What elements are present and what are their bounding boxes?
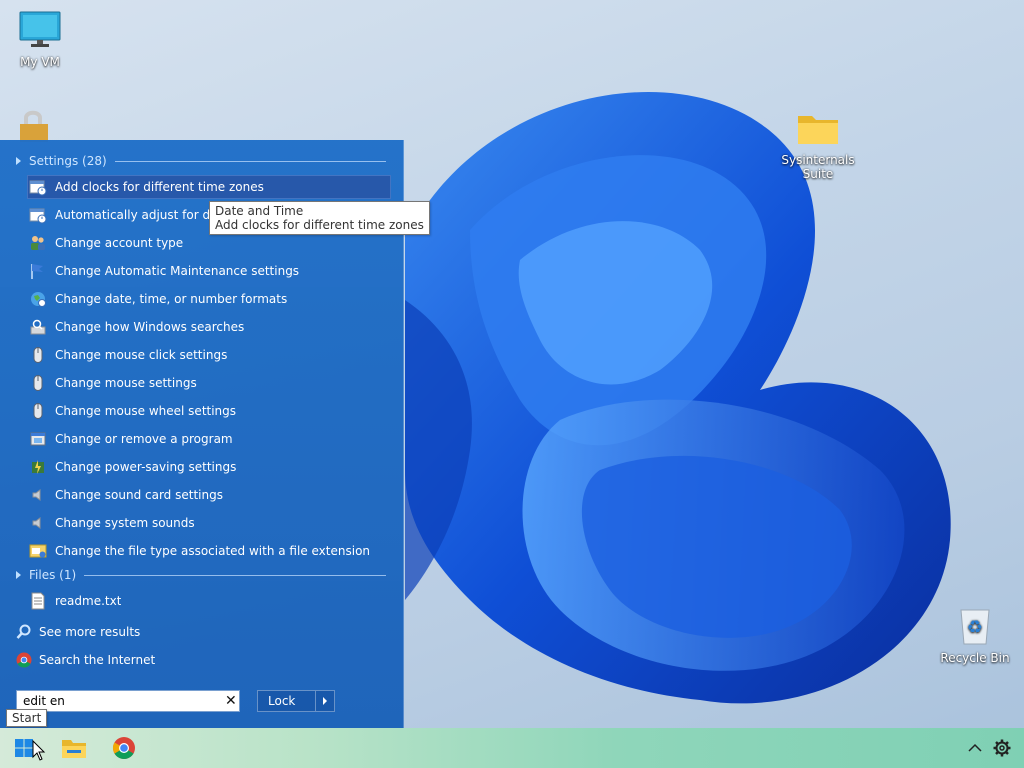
tooltip-description: Add clocks for different time zones bbox=[215, 218, 424, 232]
files-group-header[interactable]: Files (1) bbox=[16, 567, 386, 583]
programs-icon bbox=[30, 432, 46, 446]
settings-result-label: Change mouse wheel settings bbox=[55, 404, 237, 418]
settings-result-item[interactable]: Change mouse settings bbox=[27, 371, 391, 395]
chevron-up-icon bbox=[968, 743, 982, 752]
start-search-box[interactable]: ✕ bbox=[16, 690, 240, 712]
settings-result-label: Change the file type associated with a f… bbox=[55, 544, 371, 558]
start-tooltip-text: Start bbox=[12, 711, 42, 725]
default-programs-icon bbox=[29, 544, 47, 558]
settings-group-label: Settings (28) bbox=[29, 154, 107, 168]
tooltip-title: Date and Time bbox=[215, 204, 304, 218]
chrome-icon bbox=[16, 652, 32, 668]
folder-icon bbox=[778, 110, 858, 151]
settings-result-item[interactable]: Change power-saving settings bbox=[27, 455, 391, 479]
taskbar bbox=[0, 728, 1024, 768]
taskbar-file-explorer[interactable] bbox=[54, 728, 94, 768]
item-tooltip: Date and Time Add clocks for different t… bbox=[209, 201, 430, 235]
settings-result-label: Automatically adjust for dayli bbox=[55, 208, 232, 222]
settings-result-label: Change mouse settings bbox=[55, 376, 197, 390]
divider bbox=[114, 160, 386, 162]
search-internet-link[interactable]: Search the Internet bbox=[16, 650, 155, 670]
settings-result-label: Change Automatic Maintenance settings bbox=[55, 264, 300, 278]
settings-result-item[interactable]: Change system sounds bbox=[27, 511, 391, 535]
desktop-icon-sysinternals[interactable]: Sysinternals Suite bbox=[778, 110, 858, 181]
mouse-icon bbox=[33, 375, 43, 391]
settings-result-item[interactable]: Change the file type associated with a f… bbox=[27, 539, 391, 563]
settings-result-item[interactable]: Add clocks for different time zones bbox=[27, 175, 391, 199]
settings-result-label: Change or remove a program bbox=[55, 432, 233, 446]
search-icon bbox=[16, 624, 31, 639]
users-icon bbox=[31, 236, 45, 250]
lock-label: Lock bbox=[268, 694, 296, 708]
settings-result-item[interactable]: Change sound card settings bbox=[27, 483, 391, 507]
settings-result-item[interactable]: Change Automatic Maintenance settings bbox=[27, 259, 391, 283]
see-more-results-link[interactable]: See more results bbox=[16, 622, 140, 642]
datetime-icon bbox=[29, 208, 47, 224]
settings-result-item[interactable]: Change or remove a program bbox=[27, 427, 391, 451]
recycle-bin-icon: ♻ bbox=[935, 604, 1015, 649]
settings-result-item[interactable]: Change mouse wheel settings bbox=[27, 399, 391, 423]
settings-result-label: Change sound card settings bbox=[55, 488, 223, 502]
settings-tray-button[interactable] bbox=[982, 728, 1022, 768]
speaker-icon bbox=[32, 489, 41, 501]
power-options-arrow[interactable] bbox=[315, 691, 334, 711]
see-more-label: See more results bbox=[39, 625, 141, 639]
windows-logo-icon bbox=[15, 739, 33, 757]
desktop-icon-my-vm[interactable]: My VM bbox=[0, 10, 80, 69]
search-input[interactable] bbox=[21, 693, 215, 709]
expand-arrow-icon bbox=[16, 571, 21, 579]
desktop-icon-label: My VM bbox=[20, 55, 60, 69]
start-tooltip: Start bbox=[6, 709, 48, 727]
file-item-label: readme.txt bbox=[55, 594, 122, 608]
datetime-icon bbox=[29, 180, 47, 196]
gear-icon bbox=[993, 739, 1011, 757]
settings-result-label: Change how Windows searches bbox=[55, 320, 245, 334]
desktop-icon-recycle-bin[interactable]: ♻ Recycle Bin bbox=[935, 604, 1015, 665]
lock-button[interactable]: Lock bbox=[257, 690, 335, 712]
desktop-icon-label: Recycle Bin bbox=[940, 651, 1010, 665]
desktop-icon-label: Sysinternals Suite bbox=[781, 153, 855, 181]
settings-result-label: Change account type bbox=[55, 236, 184, 250]
monitor-icon bbox=[0, 10, 80, 53]
settings-result-label: Change power-saving settings bbox=[55, 460, 237, 474]
power-icon bbox=[32, 460, 44, 474]
search-internet-label: Search the Internet bbox=[39, 653, 156, 667]
settings-result-item[interactable]: Change date, time, or number formats bbox=[27, 287, 391, 311]
clear-search-icon[interactable]: ✕ bbox=[225, 694, 239, 708]
settings-result-label: Add clocks for different time zones bbox=[55, 180, 264, 194]
svg-text:♻: ♻ bbox=[967, 617, 983, 638]
settings-group-header[interactable]: Settings (28) bbox=[16, 153, 386, 169]
mouse-icon bbox=[33, 347, 43, 363]
file-item-readme[interactable]: readme.txt bbox=[27, 589, 391, 613]
speaker-icon bbox=[32, 517, 41, 529]
settings-result-label: Change date, time, or number formats bbox=[55, 292, 288, 306]
divider bbox=[84, 574, 386, 576]
mouse-icon bbox=[33, 403, 43, 419]
settings-result-label: Change mouse click settings bbox=[55, 348, 228, 362]
text-file-icon bbox=[31, 592, 45, 610]
mouse-cursor-icon bbox=[32, 739, 46, 765]
settings-result-item[interactable]: Change how Windows searches bbox=[27, 315, 391, 339]
chevron-right-icon bbox=[323, 697, 327, 705]
region-icon bbox=[31, 292, 46, 307]
files-group-label: Files (1) bbox=[29, 568, 77, 582]
flag-icon bbox=[31, 264, 43, 279]
chrome-icon bbox=[113, 737, 135, 759]
taskbar-chrome[interactable] bbox=[104, 728, 144, 768]
settings-result-item[interactable]: Change mouse click settings bbox=[27, 343, 391, 367]
expand-arrow-icon bbox=[16, 157, 21, 165]
settings-result-label: Change system sounds bbox=[55, 516, 195, 530]
folder-icon bbox=[62, 740, 86, 758]
indexing-icon bbox=[30, 319, 46, 335]
